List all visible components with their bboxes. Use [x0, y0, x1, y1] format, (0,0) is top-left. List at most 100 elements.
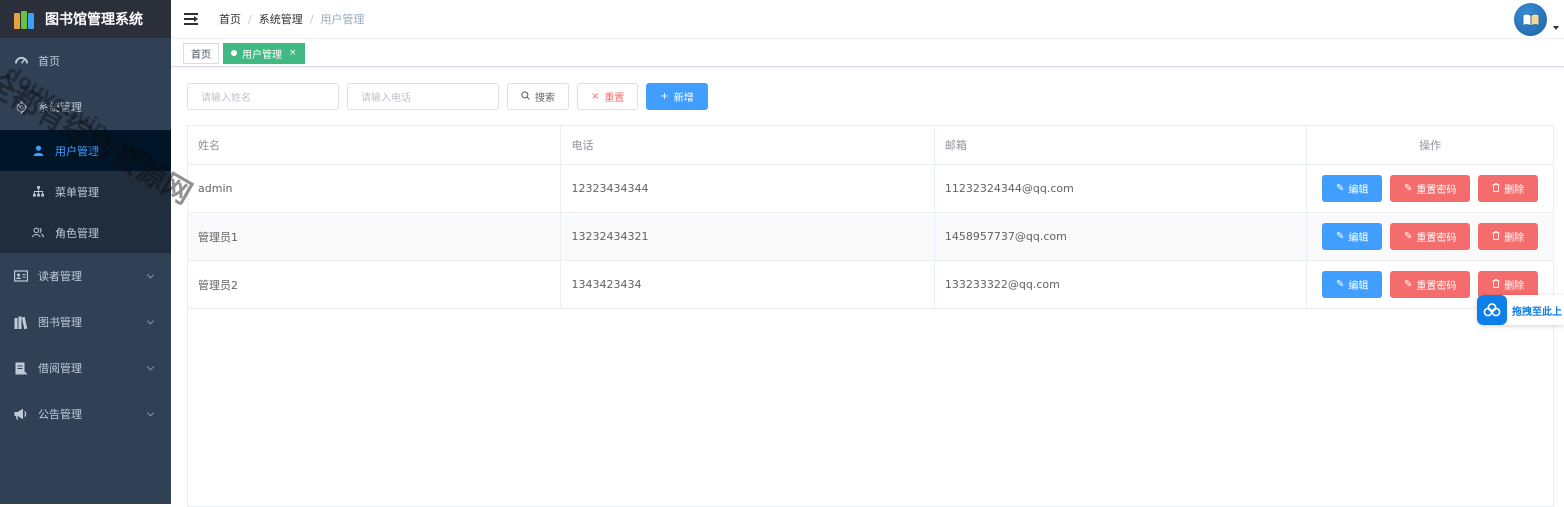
search-button-label: 搜索 — [535, 89, 555, 104]
search-icon — [521, 91, 530, 103]
chevron-down-icon — [147, 409, 154, 416]
cloud-icon — [1477, 295, 1507, 325]
active-dot-icon — [231, 50, 237, 56]
megaphone-icon — [14, 407, 28, 421]
delete-button[interactable]: 删除 — [1478, 223, 1538, 250]
delete-button-label: 删除 — [1504, 181, 1524, 196]
avatar[interactable] — [1514, 3, 1547, 36]
sidebar-item-notices[interactable]: 公告管理 — [0, 391, 171, 437]
hamburger-icon[interactable] — [184, 13, 198, 25]
edit-button[interactable]: ✎ 编辑 — [1322, 223, 1382, 250]
tag-user-management[interactable]: 用户管理 × — [223, 43, 305, 64]
sidebar-item-label: 角色管理 — [55, 225, 99, 241]
sidebar-item-label: 首页 — [38, 53, 60, 69]
cell-email: 1458957737@qq.com — [935, 213, 1307, 260]
tag-label: 用户管理 — [242, 46, 282, 61]
edit-icon: ✎ — [1404, 279, 1412, 290]
edit-button-label: 编辑 — [1348, 277, 1368, 292]
sidebar-item-label: 读者管理 — [38, 268, 82, 284]
cell-actions: ✎ 编辑 ✎重置密码 删除 — [1307, 165, 1553, 212]
trash-icon — [1492, 183, 1500, 195]
reset-password-button[interactable]: ✎重置密码 — [1390, 223, 1470, 250]
trash-icon — [1492, 279, 1500, 291]
tags-view: 首页 用户管理 × — [171, 40, 1564, 67]
books-icon — [14, 315, 28, 329]
table-row: 管理员1 13232434321 1458957737@qq.com ✎ 编辑 ✎… — [188, 213, 1553, 261]
reset-button[interactable]: × 重置 — [577, 83, 638, 110]
cell-name: 管理员1 — [188, 213, 561, 260]
caret-down-icon[interactable] — [1553, 26, 1559, 30]
library-logo-icon — [14, 9, 36, 29]
sidebar-item-borrow[interactable]: 借阅管理 — [0, 345, 171, 391]
cell-email: 11232324344@qq.com — [935, 165, 1307, 212]
edit-icon: ✎ — [1336, 279, 1344, 290]
gear-icon — [14, 100, 28, 114]
sidebar-item-label: 用户管理 — [55, 143, 99, 159]
table-row: admin 12323434344 11232324344@qq.com ✎ 编辑… — [188, 165, 1553, 213]
edit-icon: ✎ — [1336, 183, 1344, 194]
open-book-icon — [1522, 13, 1540, 27]
breadcrumb-home[interactable]: 首页 — [219, 11, 241, 27]
add-button-label: 新增 — [674, 89, 694, 104]
edit-button-label: 编辑 — [1348, 229, 1368, 244]
add-button[interactable]: + 新增 — [646, 83, 707, 110]
breadcrumb-system[interactable]: 系统管理 — [259, 11, 303, 27]
reset-button-label: 重置 — [604, 89, 624, 104]
sidebar-item-label: 系统管理 — [38, 99, 82, 115]
plus-icon: + — [660, 91, 668, 102]
delete-button[interactable]: 删除 — [1478, 175, 1538, 202]
sidebar-item-system[interactable]: 系统管理 — [0, 84, 171, 130]
chevron-down-icon — [147, 271, 154, 278]
search-button[interactable]: 搜索 — [507, 83, 569, 110]
tag-label: 首页 — [191, 46, 211, 61]
dashboard-icon — [14, 54, 28, 68]
sidebar-item-users[interactable]: 用户管理 — [0, 130, 171, 171]
breadcrumb-separator: / — [248, 13, 252, 26]
sidebar-item-menus[interactable]: 菜单管理 — [0, 171, 171, 212]
column-header-phone: 电话 — [561, 126, 934, 164]
reset-password-button[interactable]: ✎ 重置密码 — [1390, 271, 1470, 298]
cell-actions: ✎ 编辑 ✎重置密码 删除 — [1307, 213, 1553, 260]
column-header-actions: 操作 — [1307, 126, 1553, 164]
edit-icon: ✎ — [1404, 231, 1412, 242]
app-logo[interactable]: 图书馆管理系统 — [0, 0, 171, 38]
table-header: 姓名 电话 邮箱 操作 — [188, 126, 1553, 165]
app-title: 图书馆管理系统 — [45, 9, 143, 29]
phone-search-input[interactable]: 请输入电话 — [347, 83, 499, 110]
tag-home[interactable]: 首页 — [183, 43, 219, 64]
edit-button[interactable]: ✎ 编辑 — [1322, 271, 1382, 298]
sidebar-item-readers[interactable]: 读者管理 — [0, 253, 171, 299]
reset-password-label: 重置密码 — [1416, 277, 1456, 292]
sidebar-item-roles[interactable]: 角色管理 — [0, 212, 171, 253]
sidebar-item-home[interactable]: 首页 — [0, 38, 171, 84]
trash-icon — [1492, 231, 1500, 243]
cell-phone: 1343423434 — [561, 261, 934, 308]
close-icon[interactable]: × — [289, 48, 297, 58]
breadcrumb-current: 用户管理 — [320, 11, 364, 27]
edit-button[interactable]: ✎ 编辑 — [1322, 175, 1382, 202]
cell-phone: 13232434321 — [561, 213, 934, 260]
navbar: 首页 / 系统管理 / 用户管理 — [171, 0, 1564, 39]
chevron-down-icon — [147, 363, 154, 370]
name-search-input[interactable]: 请输入姓名 — [187, 83, 339, 110]
sidebar-item-label: 图书管理 — [38, 314, 82, 330]
breadcrumb-separator: / — [310, 13, 314, 26]
drag-upload-label: 拖拽至此上 — [1512, 303, 1562, 318]
edit-button-label: 编辑 — [1348, 181, 1368, 196]
main-content: 请输入姓名 请输入电话 搜索 × 重置 + 新增 姓名 电话 邮箱 操作 adm… — [171, 68, 1564, 504]
drag-upload-button[interactable]: 拖拽至此上 — [1477, 295, 1564, 325]
delete-button-label: 删除 — [1504, 277, 1524, 292]
sidebar: 图书馆管理系统 首页 系统管理 用户管理 菜单管理 — [0, 0, 171, 504]
cell-phone: 12323434344 — [561, 165, 934, 212]
chevron-down-icon — [147, 317, 154, 324]
edit-icon: ✎ — [1336, 231, 1344, 242]
reset-password-button[interactable]: ✎重置密码 — [1390, 175, 1470, 202]
sidebar-item-books[interactable]: 图书管理 — [0, 299, 171, 345]
cell-name: admin — [188, 165, 561, 212]
user-icon — [32, 145, 44, 157]
cell-email: 133233322@qq.com — [935, 261, 1307, 308]
delete-button-label: 删除 — [1504, 229, 1524, 244]
reset-password-label: 重置密码 — [1416, 181, 1456, 196]
sidebar-item-label: 公告管理 — [38, 406, 82, 422]
delete-button[interactable]: 删除 — [1478, 271, 1538, 298]
